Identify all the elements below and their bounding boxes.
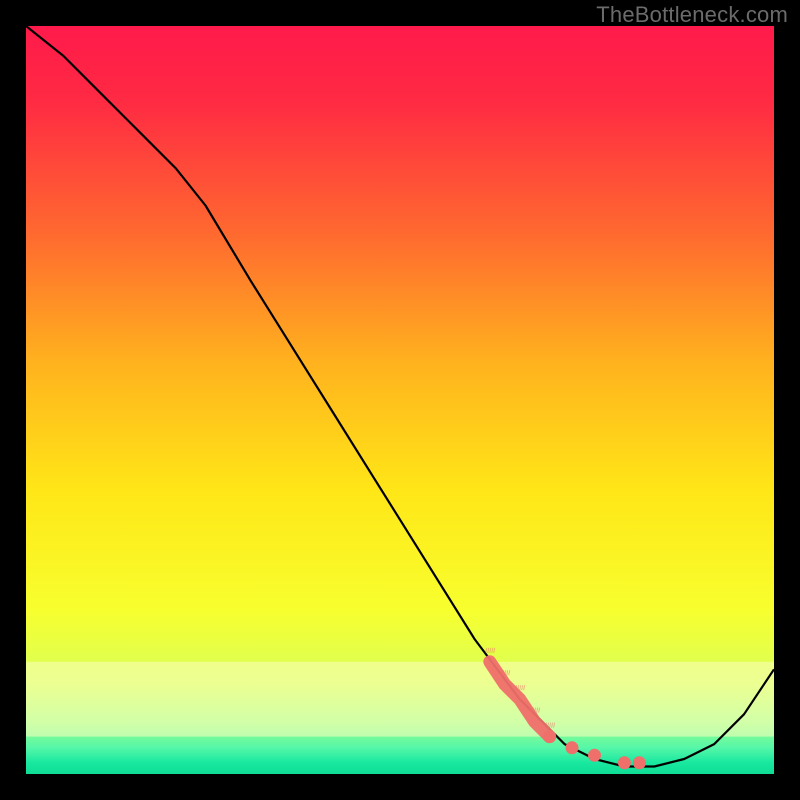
bottleneck-chart xyxy=(0,0,800,800)
valley-dot xyxy=(618,756,631,769)
valley-dot xyxy=(543,730,556,743)
valley-dot xyxy=(633,756,646,769)
chart-frame: TheBottleneck.com xyxy=(0,0,800,800)
valley-dot xyxy=(566,741,579,754)
pale-band xyxy=(26,662,774,737)
valley-dot xyxy=(588,749,601,762)
watermark-text: TheBottleneck.com xyxy=(596,2,788,28)
